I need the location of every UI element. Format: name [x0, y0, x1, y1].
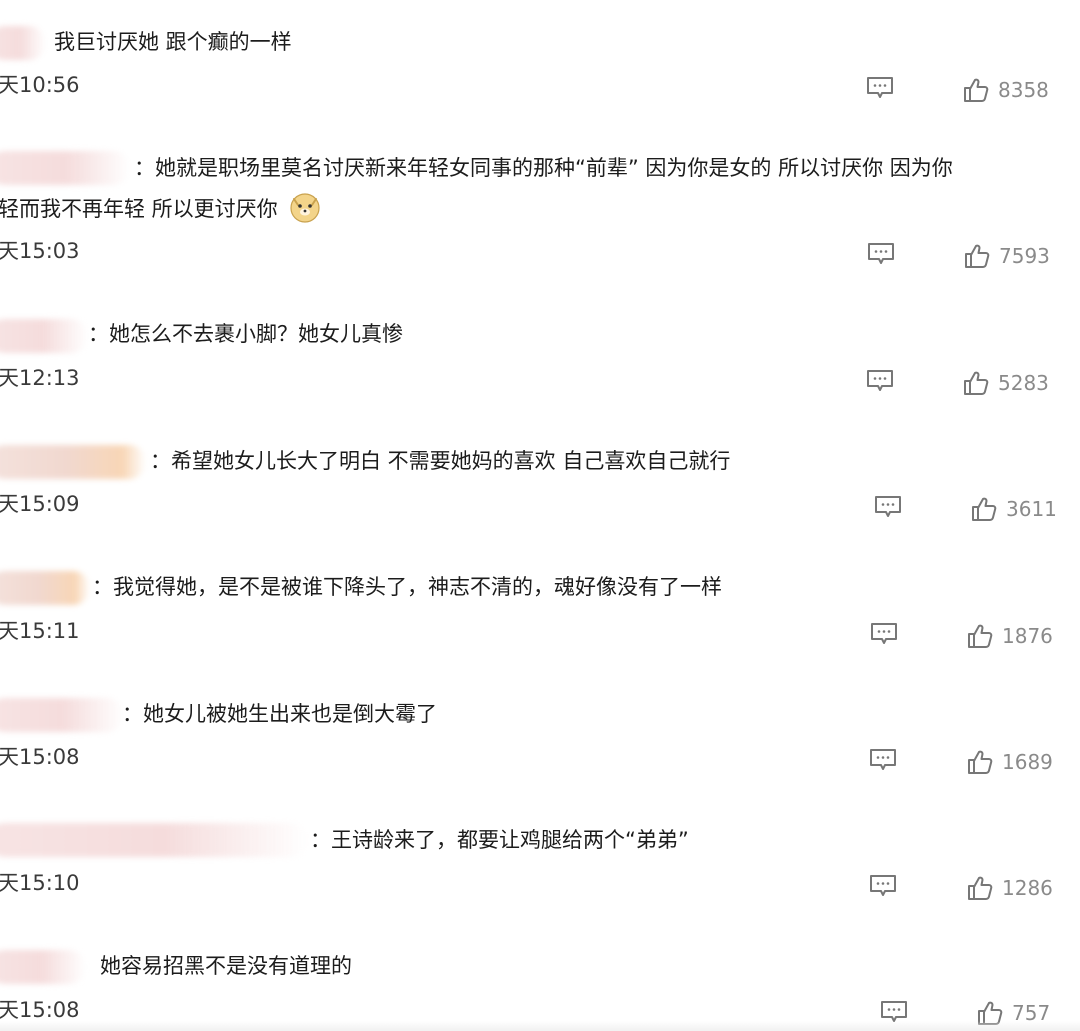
comment-icon: [870, 875, 896, 896]
username-blurred[interactable]: [0, 698, 124, 732]
like-button[interactable]: 8358: [962, 75, 1049, 105]
thumbs-up-icon: [972, 497, 997, 521]
reply-button[interactable]: [866, 241, 896, 267]
username-blurred[interactable]: [0, 571, 90, 605]
comment-text: ：她女儿被她生出来也是倒大霉了: [122, 702, 437, 726]
thumbs-up-icon: [968, 624, 993, 648]
comment-icon: [867, 370, 893, 391]
like-button[interactable]: 3611: [970, 494, 1057, 524]
comment-text: 她容易招黑不是没有道理的: [100, 954, 352, 978]
like-count: 3611: [1006, 497, 1057, 521]
thumbs-up-icon: [968, 876, 993, 900]
username-blurred[interactable]: [0, 151, 130, 185]
reply-button[interactable]: [865, 368, 895, 394]
comment-icon: [868, 243, 894, 264]
thumbs-up-icon: [964, 78, 989, 102]
comment-text: ：她就是职场里莫名讨厌新来年轻女同事的那种“前辈” 因为你是女的 所以讨厌你 因…: [134, 148, 953, 188]
comment-text: ：我觉得她，是不是被谁下降头了，神志不清的，魂好像没有了一样: [92, 575, 722, 599]
comment-time: 天15:09: [0, 492, 80, 516]
comment-text-line2: 轻而我不再年轻 所以更讨厌你: [0, 197, 278, 221]
comment-text: 我巨讨厌她 跟个癫的一样: [54, 30, 292, 54]
thumbs-up-icon: [965, 244, 990, 268]
like-button[interactable]: 7593: [963, 241, 1050, 271]
comment-text: ：希望她女儿长大了明白 不需要她妈的喜欢 自己喜欢自己就行: [150, 449, 731, 473]
comment-text-line1: ：她就是职场里莫名讨厌新来年轻女同事的那种“前辈” 因为你是女的 所以讨厌你 因…: [134, 156, 953, 180]
thumbs-up-icon: [964, 371, 989, 395]
comment-time: 天15:08: [0, 998, 80, 1022]
like-count: 1876: [1002, 624, 1053, 648]
like-count: 5283: [998, 371, 1049, 395]
like-count: 1286: [1002, 876, 1053, 900]
like-count: 7593: [999, 244, 1050, 268]
reply-button[interactable]: [868, 747, 898, 773]
doge-emoji: [290, 193, 320, 223]
reply-button[interactable]: [869, 621, 899, 647]
username-blurred[interactable]: [0, 319, 88, 353]
bottom-fade: [0, 1021, 1080, 1031]
comment-icon: [875, 496, 901, 517]
reply-button[interactable]: [873, 494, 903, 520]
like-count: 8358: [998, 78, 1049, 102]
reply-button[interactable]: [868, 873, 898, 899]
comment-time: 天15:10: [0, 871, 80, 895]
comment-time: 天15:08: [0, 745, 80, 769]
comment-time: 天10:56: [0, 73, 80, 97]
like-button[interactable]: 1689: [966, 747, 1053, 777]
like-button[interactable]: 1286: [966, 873, 1053, 903]
comment-text: ：她怎么不去裹小脚？她女儿真惨: [88, 322, 403, 346]
comment-time: 天12:13: [0, 366, 80, 390]
comment-icon: [870, 749, 896, 770]
thumbs-up-icon: [968, 750, 993, 774]
comment-time: 天15:03: [0, 239, 80, 263]
comment-icon: [871, 623, 897, 644]
comment-text-continued: 轻而我不再年轻 所以更讨厌你: [0, 189, 322, 229]
like-count: 1689: [1002, 750, 1053, 774]
comment-icon: [867, 77, 893, 98]
comment-time: 天15:11: [0, 619, 80, 643]
comment-text: ：王诗龄来了，都要让鸡腿给两个“弟弟”: [310, 828, 689, 852]
username-blurred[interactable]: [0, 823, 308, 857]
username-blurred[interactable]: [0, 950, 86, 984]
username-blurred[interactable]: [0, 445, 146, 479]
like-button[interactable]: 5283: [962, 368, 1049, 398]
reply-button[interactable]: [865, 75, 895, 101]
username-blurred[interactable]: [0, 26, 46, 60]
like-button[interactable]: 1876: [966, 621, 1053, 651]
